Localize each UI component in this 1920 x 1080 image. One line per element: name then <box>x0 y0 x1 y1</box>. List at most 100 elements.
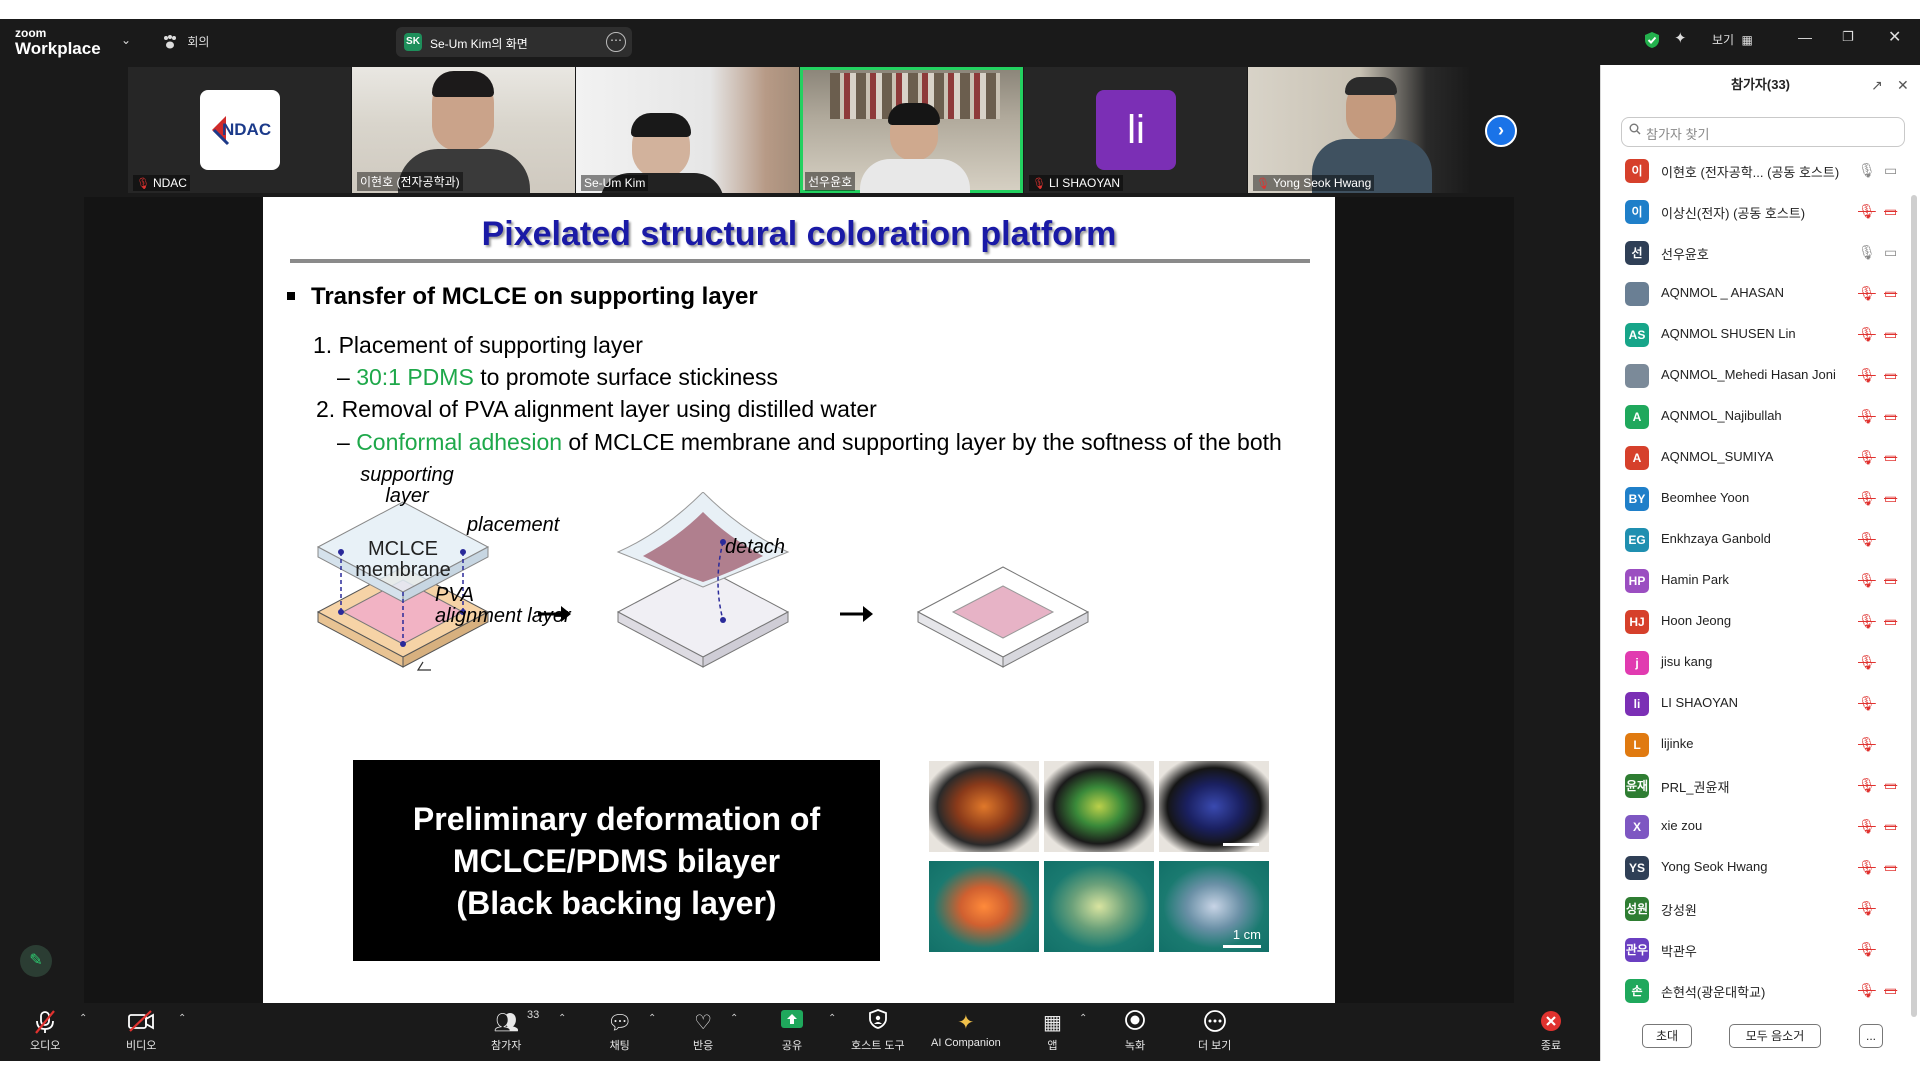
video-button[interactable]: 비디오 <box>126 1009 156 1053</box>
participant-row[interactable]: j jisu kang 🎙︎ <box>1601 642 1909 683</box>
participant-row[interactable]: YS Yong Seok Hwang 🎙︎ ▭ <box>1601 847 1909 888</box>
participant-row[interactable]: 선 선우윤호 🎙︎ ▭ <box>1601 232 1909 273</box>
video-tile-ndac[interactable]: NDAC 🎙︎ NDAC <box>128 67 351 193</box>
restore-icon[interactable]: ❐ <box>1842 29 1854 45</box>
mic-muted-icon[interactable]: 🎙︎ <box>1858 654 1876 671</box>
mic-muted-icon[interactable]: 🎙︎ <box>1858 285 1876 302</box>
mic-muted-icon[interactable]: 🎙︎ <box>1858 326 1876 343</box>
camera-off-icon[interactable]: ▭ <box>1884 203 1897 220</box>
participant-row[interactable]: A AQNMOL_SUMIYA 🎙︎ ▭ <box>1601 437 1909 478</box>
apps-button[interactable]: ▦ 앱 <box>1043 1009 1062 1053</box>
participant-row[interactable]: AS AQNMOL SHUSEN Lin 🎙︎ ▭ <box>1601 314 1909 355</box>
invite-button[interactable]: 초대 <box>1642 1024 1692 1048</box>
camera-off-icon[interactable]: ▭ <box>1884 572 1897 589</box>
participant-row[interactable]: BY Beomhee Yoon 🎙︎ ▭ <box>1601 478 1909 519</box>
minimize-icon[interactable]: — <box>1798 29 1812 45</box>
more-options-button[interactable]: ... <box>1859 1024 1883 1048</box>
mic-icon[interactable]: 🎙︎ <box>1858 244 1876 261</box>
camera-off-icon[interactable]: ▭ <box>1884 367 1897 384</box>
mic-muted-icon[interactable]: 🎙︎ <box>1858 900 1876 917</box>
participant-row[interactable]: HJ Hoon Jeong 🎙︎ ▭ <box>1601 601 1909 642</box>
camera-icon[interactable]: ▭ <box>1884 244 1897 261</box>
participants-options-caret[interactable]: ⌃ <box>558 1013 566 1024</box>
mic-muted-icon[interactable]: 🎙︎ <box>1858 613 1876 630</box>
mic-muted-icon[interactable]: 🎙︎ <box>1858 531 1876 548</box>
host-tools-button[interactable]: 호스트 도구 <box>851 1009 905 1053</box>
popout-icon[interactable]: ↗ <box>1871 77 1883 94</box>
mic-muted-icon[interactable]: 🎙︎ <box>1858 736 1876 753</box>
camera-off-icon[interactable]: ▭ <box>1884 777 1897 794</box>
mic-muted-icon[interactable]: 🎙︎ <box>1858 941 1876 958</box>
close-panel-icon[interactable]: ✕ <box>1897 77 1909 94</box>
share-button[interactable]: 공유 <box>780 1009 804 1053</box>
mic-muted-icon[interactable]: 🎙︎ <box>1858 203 1876 220</box>
mic-muted-icon[interactable]: 🎙︎ <box>1858 982 1876 999</box>
close-icon[interactable]: ✕ <box>1888 27 1901 47</box>
camera-off-icon[interactable]: ▭ <box>1884 982 1897 999</box>
mute-all-button[interactable]: 모두 음소거 <box>1729 1024 1821 1048</box>
camera-off-icon[interactable]: ▭ <box>1884 818 1897 835</box>
participant-row[interactable]: EG Enkhzaya Ganbold 🎙︎ <box>1601 519 1909 560</box>
participant-row[interactable]: AQNMOL _ AHASAN 🎙︎ ▭ <box>1601 273 1909 314</box>
apps-options-caret[interactable]: ⌃ <box>1079 1013 1087 1024</box>
participant-row[interactable]: 윤재 PRL_권윤재 🎙︎ ▭ <box>1601 765 1909 806</box>
chevron-down-icon[interactable]: ⌄ <box>121 33 131 47</box>
mic-muted-icon[interactable]: 🎙︎ <box>1858 695 1876 712</box>
record-button[interactable]: 녹화 <box>1124 1009 1146 1053</box>
annotate-pencil-icon[interactable]: ✎ <box>20 945 52 977</box>
sparkle-icon[interactable]: ✦ <box>1674 29 1687 47</box>
video-tile-li-shaoyan[interactable]: li 🎙︎ LI SHAOYAN <box>1024 67 1247 193</box>
participant-row[interactable]: Xxie zou 🎙︎ ▭ <box>1601 806 1909 847</box>
audio-button[interactable]: 오디오 <box>30 1009 60 1053</box>
participant-row[interactable]: HP Hamin Park 🎙︎ ▭ <box>1601 560 1909 601</box>
reactions-button[interactable]: ♡ 반응 <box>693 1009 713 1053</box>
video-options-caret[interactable]: ⌃ <box>178 1013 186 1024</box>
share-options-caret[interactable]: ⌃ <box>828 1013 836 1024</box>
more-options-icon[interactable]: ⋯ <box>606 32 626 52</box>
camera-off-icon[interactable]: ▭ <box>1884 326 1897 343</box>
camera-off-icon[interactable]: ▭ <box>1884 449 1897 466</box>
mic-icon[interactable]: 🎙︎ <box>1858 162 1876 179</box>
participant-list-scrollbar[interactable] <box>1911 195 1917 1017</box>
audio-options-caret[interactable]: ⌃ <box>79 1013 87 1024</box>
chat-button[interactable]: 💬︎ 채팅 <box>607 1009 632 1053</box>
participant-row[interactable]: 성원 강성원 🎙︎ <box>1601 888 1909 929</box>
meeting-menu[interactable]: 회의 <box>162 33 209 50</box>
participants-button[interactable]: 👥︎ 참가자 <box>491 1009 521 1053</box>
camera-off-icon[interactable]: ▭ <box>1884 490 1897 507</box>
mic-muted-icon[interactable]: 🎙︎ <box>1858 572 1876 589</box>
participant-row[interactable]: A AQNMOL_Najibullah 🎙︎ ▭ <box>1601 396 1909 437</box>
chat-options-caret[interactable]: ⌃ <box>648 1013 656 1024</box>
camera-off-icon[interactable]: ▭ <box>1884 408 1897 425</box>
mic-muted-icon[interactable]: 🎙︎ <box>1858 408 1876 425</box>
camera-off-icon[interactable]: ▭ <box>1884 859 1897 876</box>
more-button[interactable]: 더 보기 <box>1198 1009 1231 1053</box>
mic-muted-icon[interactable]: 🎙︎ <box>1858 777 1876 794</box>
view-button[interactable]: 보기 ▦ <box>1712 31 1753 48</box>
mic-muted-icon[interactable]: 🎙︎ <box>1858 367 1876 384</box>
video-tile-yong-seok-hwang[interactable]: 🎙︎ Yong Seok Hwang <box>1248 67 1471 193</box>
participant-row[interactable]: Llijinke 🎙︎ <box>1601 724 1909 765</box>
ai-companion-button[interactable]: ✦ AI Companion <box>931 1009 1001 1049</box>
next-page-button[interactable]: › <box>1485 115 1517 147</box>
participant-row[interactable]: 손 손현석(광운대학교) 🎙︎ ▭ <box>1601 970 1909 1011</box>
mic-muted-icon[interactable]: 🎙︎ <box>1858 449 1876 466</box>
camera-off-icon[interactable]: ▭ <box>1884 613 1897 630</box>
mic-muted-icon[interactable]: 🎙︎ <box>1858 818 1876 835</box>
video-tile-lee-hyunho[interactable]: 이현호 (전자공학과) <box>352 67 575 193</box>
camera-off-icon[interactable]: ▭ <box>1884 285 1897 302</box>
camera-icon[interactable]: ▭ <box>1884 162 1897 179</box>
screen-share-indicator[interactable]: SK Se-Um Kim의 화면 ⋯ <box>396 27 632 57</box>
shield-check-icon[interactable] <box>1644 31 1660 52</box>
mic-muted-icon[interactable]: 🎙︎ <box>1858 859 1876 876</box>
participant-search-input[interactable]: 참가자 찾기 <box>1621 117 1905 147</box>
video-tile-se-um-kim[interactable]: Se-Um Kim <box>576 67 799 193</box>
video-tile-sunwoo-yoonho[interactable]: 선우윤호 <box>800 67 1023 193</box>
reactions-options-caret[interactable]: ⌃ <box>730 1013 738 1024</box>
mic-muted-icon[interactable]: 🎙︎ <box>1858 490 1876 507</box>
end-meeting-button[interactable]: 종료 <box>1539 1009 1563 1053</box>
participant-row[interactable]: 관우 박관우 🎙︎ <box>1601 929 1909 970</box>
participant-row[interactable]: 이 이현호 (전자공학... (공동 호스트) 🎙︎ ▭ <box>1601 150 1909 191</box>
participant-row[interactable]: AQNMOL_Mehedi Hasan Joni 🎙︎ ▭ <box>1601 355 1909 396</box>
participant-row[interactable]: 이 이상신(전자) (공동 호스트) 🎙︎ ▭ <box>1601 191 1909 232</box>
